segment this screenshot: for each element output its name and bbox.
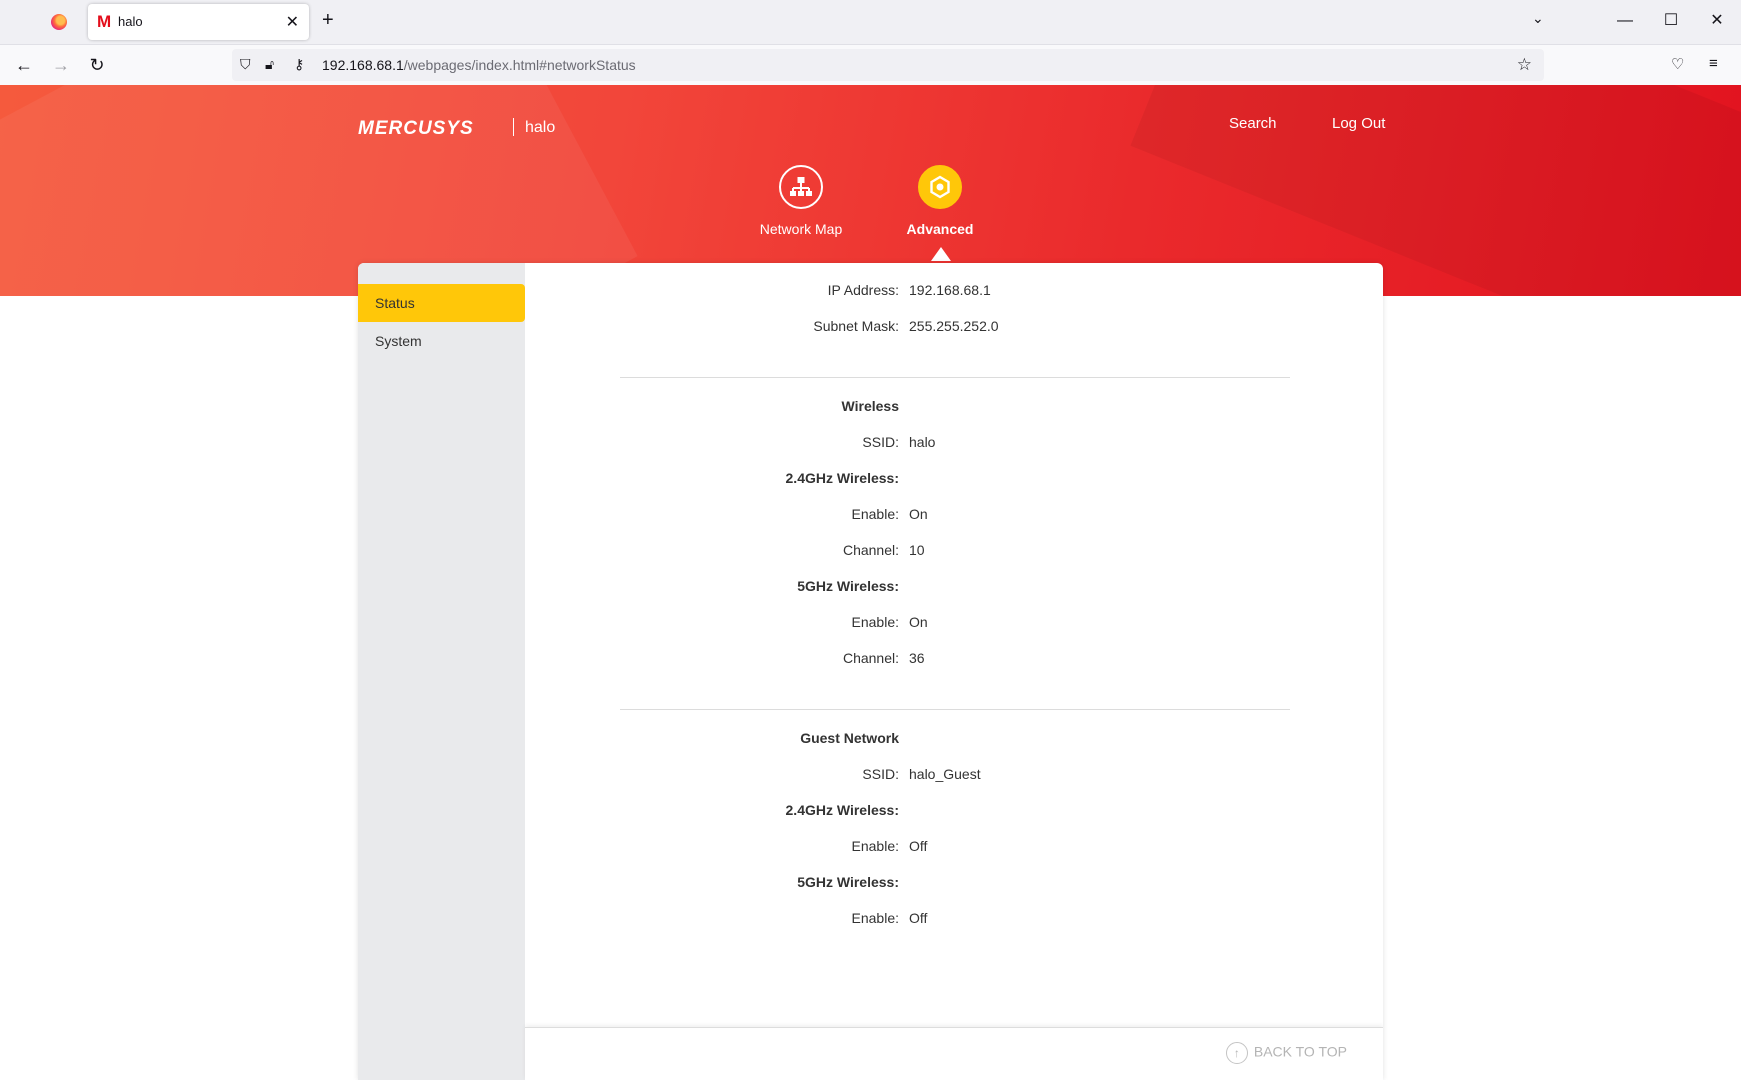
field-label: Channel: [842,542,899,558]
band-title: 2.4GHz Wireless: [785,802,899,818]
maximize-icon[interactable]: ☐ [1656,8,1686,34]
url-path: /webpages/index.html#networkStatus [403,57,636,73]
new-tab-icon[interactable]: + [322,10,334,30]
field-value: On [909,614,928,630]
mercusys-logo: MERCUSYS [358,118,474,139]
mercusys-favicon-icon: M [97,12,112,31]
field-label: Enable: [851,614,899,630]
close-tab-icon[interactable]: ✕ [286,12,299,32]
status-content: IP Address: 192.168.68.1 Subnet Mask: 25… [525,263,1383,1080]
field-label: Enable: [851,506,899,522]
field-value: Off [909,838,928,854]
mode-label: Network Map [759,221,843,237]
section-title: Wireless [841,398,899,414]
section-title: Guest Network [800,730,899,746]
brand-separator [513,118,514,136]
network-map-icon [779,165,823,209]
key-icon[interactable]: ⚷ [294,56,304,73]
field-value: 10 [909,542,925,558]
field-label: SSID: [862,434,899,450]
field-value: halo_Guest [909,766,981,782]
main-card: Status System IP Address: 192.168.68.1 S… [358,263,1383,1080]
arrow-up-circle-icon: ↑ [1225,1042,1248,1064]
gear-icon [918,165,962,209]
minimize-icon[interactable]: — [1610,8,1640,34]
tab-title: halo [118,14,143,29]
mode-label: Advanced [906,221,974,237]
band-title: 5GHz Wireless: [797,874,899,890]
url-text[interactable]: 192.168.68.1/webpages/index.html#network… [322,57,636,73]
list-tabs-chevron-icon[interactable]: ⌄ [1532,10,1544,27]
band-title: 5GHz Wireless: [797,578,899,594]
firefox-icon[interactable] [51,14,67,30]
close-window-icon[interactable]: ✕ [1702,8,1732,34]
search-link[interactable]: Search [1229,115,1277,132]
field-value: Off [909,910,928,926]
field-label: Channel: [842,650,899,666]
browser-nav-bar: ← → ↻ ⛉ 🔓︎ ⚷ 192.168.68.1/webpages/index… [0,45,1741,86]
field-value: On [909,506,928,522]
sidebar-item-system[interactable]: System [358,322,525,360]
mode-advanced[interactable]: Advanced [870,165,1010,237]
field-label: Enable: [851,910,899,926]
band-title: 2.4GHz Wireless: [785,470,899,486]
field-value: 36 [909,650,925,666]
card-footer: ↑ BACK TO TOP [525,1027,1383,1080]
pocket-icon[interactable]: ♡ [1671,55,1684,73]
mode-network-map[interactable]: Network Map [731,165,871,237]
field-label: SSID: [862,766,899,782]
menu-hamburger-icon[interactable]: ≡ [1709,55,1718,72]
logout-link[interactable]: Log Out [1332,115,1385,132]
back-arrow-icon[interactable]: ← [12,53,36,77]
active-mode-pointer [931,247,951,261]
section-divider [620,377,1290,378]
shield-icon[interactable]: ⛉ [240,56,251,73]
section-divider [620,709,1290,710]
back-to-top-label: BACK TO TOP [1253,1043,1347,1060]
field-label: Enable: [851,838,899,854]
field-value: halo [909,434,936,450]
browser-tab[interactable]: M halo ✕ [88,4,309,40]
field-label: IP Address: [827,282,899,298]
insecure-lock-icon[interactable]: 🔓︎ [265,56,274,73]
url-host: 192.168.68.1 [322,57,404,73]
device-name: halo [525,119,556,136]
reload-icon[interactable]: ↻ [85,53,109,77]
bookmark-star-icon[interactable]: ☆ [1517,55,1532,75]
field-value: 255.255.252.0 [909,318,999,334]
field-label: Subnet Mask: [813,318,899,334]
field-value: 192.168.68.1 [909,282,991,298]
forward-arrow-icon[interactable]: → [49,53,73,77]
back-to-top-button[interactable]: ↑ BACK TO TOP [1225,1042,1347,1064]
browser-tab-bar: M halo ✕ + ⌄ — ☐ ✕ [0,0,1741,45]
url-bar[interactable]: ⛉ 🔓︎ ⚷ 192.168.68.1/webpages/index.html#… [232,49,1544,81]
sidebar-item-status[interactable]: Status [358,284,525,322]
sidebar: Status System [358,263,525,1080]
